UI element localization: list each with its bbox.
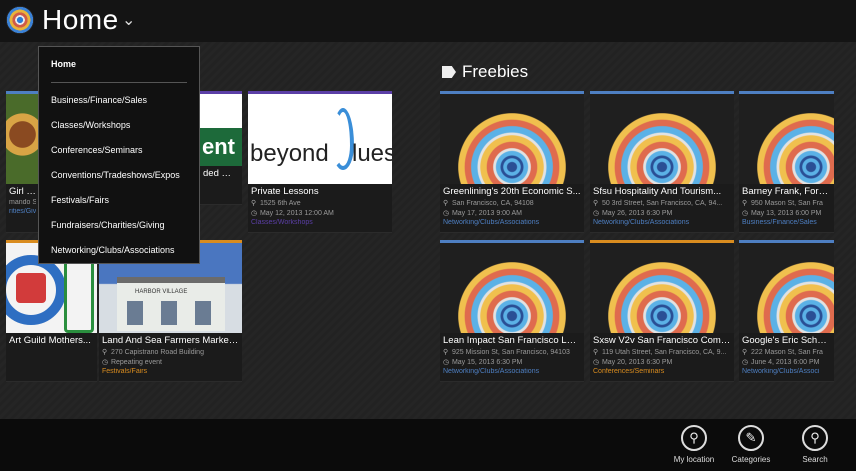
location-pin-icon: ⚲ xyxy=(681,425,707,451)
event-category: Conferences/Seminars xyxy=(593,368,665,375)
event-name: Sfsu Hospitality And Tourism... xyxy=(593,186,722,197)
event-tile[interactable]: Greenlining's 20th Economic S... ⚲ San F… xyxy=(440,91,584,233)
event-location: ⚲ 950 Mason St, San Fra xyxy=(742,200,823,207)
event-category: Business/Finance/Sales xyxy=(742,219,817,226)
event-tile[interactable]: Lean Impact San Francisco Lau... ⚲ 925 M… xyxy=(440,240,584,382)
event-location: ⚲ 925 Mission St, San Francisco, 94103 xyxy=(443,349,570,356)
event-category: Networking/Clubs/Associations xyxy=(593,219,690,226)
event-name: Lean Impact San Francisco Lau... xyxy=(443,335,581,346)
event-image xyxy=(440,94,584,184)
event-image xyxy=(440,243,584,333)
event-date: ◷ May 12, 2013 12:00 AM xyxy=(251,210,334,217)
event-date: ◷ May 17, 2013 9:00 AM xyxy=(443,210,522,217)
event-tile[interactable]: Barney Frank, Former ⚲ 950 Mason St, San… xyxy=(739,91,834,233)
top-bar: Home ⌄ xyxy=(0,0,856,42)
event-image: ent xyxy=(200,94,242,166)
menu-item-networking[interactable]: Networking/Clubs/Associations xyxy=(51,245,175,255)
search-button[interactable]: ⚲ Search xyxy=(785,425,845,464)
pencil-icon: ✎ xyxy=(738,425,764,451)
event-image xyxy=(739,243,834,333)
menu-item-conventions[interactable]: Conventions/Tradeshows/Expos xyxy=(51,170,180,180)
categories-button[interactable]: ✎ Categories xyxy=(721,425,781,464)
menu-item-fundraisers[interactable]: Fundraisers/Charities/Giving xyxy=(51,220,165,230)
category-dropdown-menu: Home Business/Finance/Sales Classes/Work… xyxy=(38,46,200,264)
event-date: ◷ Repeating event xyxy=(102,359,162,366)
event-category: Networking/Clubs/Associations xyxy=(443,219,540,226)
event-image xyxy=(590,243,734,333)
event-category: Classes/Workshops xyxy=(251,219,313,226)
event-location: ⚲ 50 3rd Street, San Francisco, CA, 94..… xyxy=(593,200,723,207)
event-image: beyond lues xyxy=(248,94,392,184)
app-logo-icon xyxy=(6,6,34,34)
event-image xyxy=(6,94,39,184)
event-tile[interactable]: Google's Eric Schmidt ⚲ 222 Mason St, Sa… xyxy=(739,240,834,382)
event-name: Private Lessons xyxy=(251,186,319,197)
logo-mark xyxy=(332,108,354,170)
event-tile[interactable]: Sxsw V2v San Francisco Comm... ⚲ 119 Uta… xyxy=(590,240,734,382)
event-date: ◷ May 13, 2013 6:00 PM xyxy=(742,210,822,217)
section-title-freebies[interactable]: Freebies xyxy=(462,62,528,82)
my-location-label: My location xyxy=(673,455,715,464)
menu-item-business[interactable]: Business/Finance/Sales xyxy=(51,95,147,105)
event-location: mando S xyxy=(9,199,36,206)
my-location-button[interactable]: ⚲ My location xyxy=(664,425,724,464)
event-date: ◷ June 4, 2013 6:00 PM xyxy=(742,359,820,366)
event-name: ded By... xyxy=(203,168,239,179)
event-date: ◷ May 15, 2013 6:30 PM xyxy=(443,359,523,366)
event-image xyxy=(590,94,734,184)
event-name: Sxsw V2v San Francisco Comm... xyxy=(593,335,731,346)
event-name: Girl - Er xyxy=(9,186,36,197)
categories-label: Categories xyxy=(731,455,771,464)
event-name: Google's Eric Schmidt xyxy=(742,335,831,346)
event-date: ◷ May 20, 2013 6:30 PM xyxy=(593,359,673,366)
event-name: Greenlining's 20th Economic S... xyxy=(443,186,581,197)
menu-item-festivals[interactable]: Festivals/Fairs xyxy=(51,195,109,205)
event-name: Barney Frank, Former xyxy=(742,186,831,197)
menu-item-conferences[interactable]: Conferences/Seminars xyxy=(51,145,143,155)
event-image xyxy=(739,94,834,184)
event-location: ⚲ 270 Capistrano Road Building xyxy=(102,349,204,356)
event-location: ⚲ 119 Utah Street, San Francisco, CA, 9.… xyxy=(593,349,727,356)
menu-item-classes[interactable]: Classes/Workshops xyxy=(51,120,130,130)
event-category: Networking/Clubs/Associ xyxy=(742,368,820,375)
event-location: ⚲ 222 Mason St, San Fra xyxy=(742,349,823,356)
event-location: ⚲ 1525 6th Ave xyxy=(251,200,301,207)
page-title[interactable]: Home xyxy=(42,4,119,36)
event-tile[interactable]: ent ded By... xyxy=(200,91,242,205)
search-label: Search xyxy=(802,455,828,464)
event-tile[interactable]: Sfsu Hospitality And Tourism... ⚲ 50 3rd… xyxy=(590,91,734,233)
chevron-down-icon[interactable]: ⌄ xyxy=(122,10,135,30)
event-category: Festivals/Fairs xyxy=(102,368,148,375)
event-date: ◷ May 26, 2013 6:30 PM xyxy=(593,210,673,217)
event-category: rities/Giv xyxy=(9,208,36,215)
menu-divider xyxy=(51,82,187,83)
event-category: Networking/Clubs/Associations xyxy=(443,368,540,375)
app-bar: ⚲ My location ✎ Categories ⚲ Search xyxy=(0,419,856,471)
menu-item-home[interactable]: Home xyxy=(51,59,76,69)
event-name: Land And Sea Farmers Market... xyxy=(102,335,239,346)
event-tile[interactable]: beyond lues Private Lessons ⚲ 1525 6th A… xyxy=(248,91,392,233)
search-icon: ⚲ xyxy=(802,425,828,451)
event-tile[interactable]: Girl - Er mando S rities/Giv xyxy=(6,91,39,233)
event-location: ⚲ San Francisco, CA, 94108 xyxy=(443,200,534,207)
event-name: Art Guild Mothers... xyxy=(9,335,91,346)
